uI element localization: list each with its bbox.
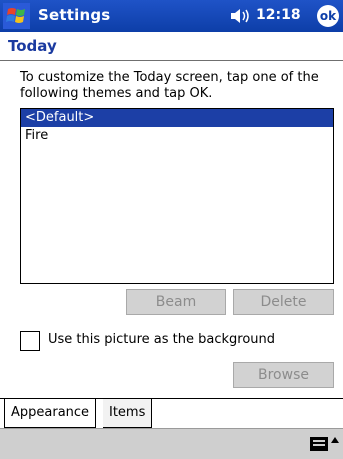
theme-list[interactable]: <Default> Fire xyxy=(20,108,334,284)
start-menu-icon[interactable] xyxy=(3,3,30,29)
ok-button[interactable]: ok xyxy=(317,5,339,27)
title-bar: Settings 12:18 ok xyxy=(0,0,343,32)
tab-items[interactable]: Items xyxy=(103,398,153,428)
command-bar xyxy=(0,428,343,459)
browse-button[interactable]: Browse xyxy=(233,362,334,388)
app-title: Settings xyxy=(38,6,111,24)
input-menu-arrow-icon[interactable] xyxy=(331,437,339,443)
speaker-icon[interactable] xyxy=(230,7,252,25)
page-heading: Today xyxy=(0,32,343,61)
delete-button[interactable]: Delete xyxy=(233,289,334,315)
instructions-text: To customize the Today screen, tap one o… xyxy=(20,70,319,101)
clock[interactable]: 12:18 xyxy=(256,7,301,23)
theme-item-fire[interactable]: Fire xyxy=(21,127,333,145)
page-title: Today xyxy=(8,37,57,55)
keyboard-icon[interactable] xyxy=(310,437,328,451)
theme-item-default[interactable]: <Default> xyxy=(21,109,333,127)
beam-button[interactable]: Beam xyxy=(126,289,226,315)
tab-appearance[interactable]: Appearance xyxy=(4,399,97,428)
background-checkbox[interactable] xyxy=(20,331,40,351)
background-checkbox-label: Use this picture as the background xyxy=(48,332,276,347)
tab-strip: Appearance Items xyxy=(0,398,343,429)
